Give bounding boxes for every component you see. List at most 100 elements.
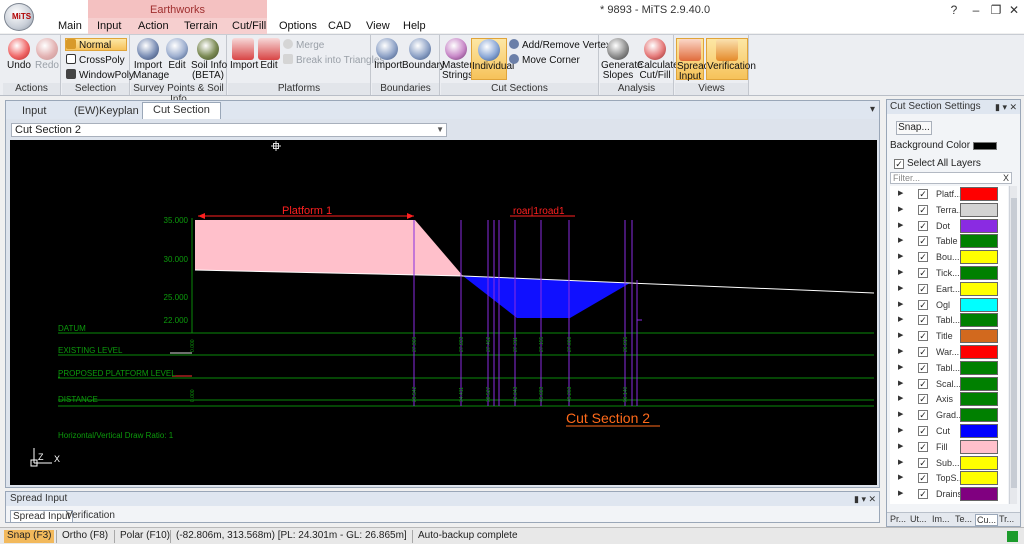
layer-row[interactable]: ▶ ✓ Eart... [890, 281, 1008, 297]
layer-visible-checkbox[interactable]: ✓ [918, 204, 928, 215]
ortho-toggle[interactable]: Ortho (F8) [59, 530, 111, 543]
layer-visible-checkbox[interactable]: ✓ [918, 378, 928, 389]
doc-tab-cut-section[interactable]: Cut Section [142, 102, 221, 119]
layer-row[interactable]: ▶ ✓ Bou... [890, 249, 1008, 265]
expand-triangle-icon[interactable]: ▶ [898, 410, 903, 418]
layer-color-swatch[interactable] [960, 202, 998, 217]
expand-triangle-icon[interactable]: ▶ [898, 442, 903, 450]
redo-button[interactable]: Redo [34, 38, 60, 80]
layer-row[interactable]: ▶ ✓ Sub... [890, 455, 1008, 471]
expand-triangle-icon[interactable]: ▶ [898, 221, 903, 229]
expand-triangle-icon[interactable]: ▶ [898, 252, 903, 260]
layer-list-scrollbar[interactable] [1009, 186, 1017, 504]
tab-action[interactable]: Action [138, 20, 169, 32]
expand-triangle-icon[interactable]: ▶ [898, 347, 903, 355]
layer-row[interactable]: ▶ ✓ Drains [890, 486, 1008, 502]
master-strings-button[interactable]: Master Strings [442, 38, 473, 81]
select-all-layers[interactable]: ✓ Select All Layers [894, 158, 981, 169]
expand-triangle-icon[interactable]: ▶ [898, 268, 903, 276]
doc-tab-keyplan[interactable]: (EW)Keyplan [64, 104, 149, 119]
expand-triangle-icon[interactable]: ▶ [898, 189, 903, 197]
layer-color-swatch[interactable] [960, 297, 998, 312]
filter-input[interactable]: Filter... X [890, 172, 1012, 184]
layer-color-swatch[interactable] [960, 424, 998, 438]
layer-visible-checkbox[interactable]: ✓ [918, 299, 928, 310]
expand-triangle-icon[interactable]: ▶ [898, 331, 903, 339]
panel-pin-icon[interactable]: ▮ ▾ ✕ [995, 100, 1017, 114]
layer-row[interactable]: ▶ ✓ Platf... [890, 186, 1008, 202]
selection-normal-button[interactable]: Normal [65, 38, 127, 51]
panel-tab-cu[interactable]: Cu... [975, 514, 999, 526]
expand-triangle-icon[interactable]: ▶ [898, 394, 903, 402]
expand-triangle-icon[interactable]: ▶ [898, 284, 903, 292]
layer-color-swatch[interactable] [960, 439, 998, 454]
layer-row[interactable]: ▶ ✓ Fill [890, 439, 1008, 455]
layer-visible-checkbox[interactable]: ✓ [918, 283, 928, 294]
layer-row[interactable]: ▶ ✓ Tick... [890, 265, 1008, 281]
boundary-import-button[interactable]: Import [374, 38, 402, 80]
panel-tab-ut[interactable]: Ut... [910, 514, 927, 524]
layer-visible-checkbox[interactable]: ✓ [918, 410, 928, 421]
layer-color-swatch[interactable] [960, 471, 998, 486]
layer-color-swatch[interactable] [960, 345, 998, 359]
boundary-button[interactable]: Boundary [402, 38, 445, 80]
layer-visible-checkbox[interactable]: ✓ [918, 394, 928, 405]
layer-row[interactable]: ▶ ✓ Tabl... [890, 312, 1008, 328]
expand-triangle-icon[interactable]: ▶ [898, 300, 903, 308]
layer-visible-checkbox[interactable]: ✓ [918, 331, 928, 342]
clear-filter-icon[interactable]: X [1003, 173, 1009, 183]
layer-visible-checkbox[interactable]: ✓ [918, 489, 928, 500]
expand-triangle-icon[interactable]: ▶ [898, 363, 903, 371]
cut-section-select[interactable]: Cut Section 2 ▼ [11, 123, 447, 137]
spread-input-button[interactable]: Spread Input [676, 38, 709, 82]
expand-triangle-icon[interactable]: ▶ [898, 379, 903, 387]
panel-tab-im[interactable]: Im... [932, 514, 950, 524]
panel-pin-icon[interactable]: ▮ ▾ ✕ [854, 492, 876, 506]
layer-row[interactable]: ▶ ✓ Axis [890, 391, 1008, 407]
minimize-button[interactable]: – [966, 3, 986, 17]
layer-color-swatch[interactable] [960, 408, 998, 423]
layer-visible-checkbox[interactable]: ✓ [918, 362, 928, 373]
calculate-cut-fill-button[interactable]: Calculate Cut/Fill [637, 38, 679, 81]
layer-color-swatch[interactable] [960, 250, 998, 265]
layer-visible-checkbox[interactable]: ✓ [918, 426, 928, 436]
layer-color-swatch[interactable] [960, 218, 998, 233]
scrollbar-thumb[interactable] [1011, 198, 1017, 488]
layer-visible-checkbox[interactable]: ✓ [918, 315, 928, 326]
soil-info-button[interactable]: Soil Info (BETA) [191, 38, 227, 81]
layer-color-swatch[interactable] [960, 392, 998, 407]
layer-visible-checkbox[interactable]: ✓ [918, 220, 928, 231]
selection-windowpoly-button[interactable]: WindowPoly [66, 69, 134, 82]
tab-cut-fill[interactable]: Cut/Fill [232, 20, 266, 32]
individual-button[interactable]: Individual [471, 38, 514, 80]
layer-row[interactable]: ▶ ✓ Tabl... [890, 360, 1008, 376]
layer-visible-checkbox[interactable]: ✓ [918, 268, 928, 278]
tab-cad[interactable]: CAD [328, 20, 351, 32]
panel-tab-tr[interactable]: Tr... [999, 514, 1014, 524]
drawing-canvas[interactable]: DATUM EXISTING LEVEL PROPOSED PLATFORM L… [10, 140, 877, 485]
expand-triangle-icon[interactable]: ▶ [898, 473, 903, 481]
layer-visible-checkbox[interactable]: ✓ [918, 441, 928, 452]
layer-row[interactable]: ▶ ✓ Dot [890, 218, 1008, 234]
verification-button[interactable]: Verification [706, 38, 756, 80]
tab-terrain[interactable]: Terrain [184, 20, 218, 32]
panel-tab-pr[interactable]: Pr... [890, 514, 906, 524]
tab-main[interactable]: Main [58, 20, 82, 32]
layer-color-swatch[interactable] [960, 455, 998, 470]
break-into-triangles-button[interactable]: Break into Triangles [283, 54, 384, 67]
layer-row[interactable]: ▶ ✓ TopS... [890, 470, 1008, 486]
doc-dropdown-icon[interactable]: ▾ [870, 104, 875, 115]
expand-triangle-icon[interactable]: ▶ [898, 205, 903, 213]
layer-visible-checkbox[interactable]: ✓ [918, 473, 928, 484]
spread-input-tab[interactable]: Spread Input [10, 510, 74, 523]
layer-row[interactable]: ▶ ✓ Cut [890, 423, 1008, 439]
survey-edit-button[interactable]: Edit [165, 38, 189, 80]
tab-help[interactable]: Help [403, 20, 426, 32]
layer-row[interactable]: ▶ ✓ Ogl [890, 297, 1008, 313]
tab-view[interactable]: View [366, 20, 390, 32]
restore-button[interactable]: ❐ [986, 3, 1006, 17]
help-button[interactable]: ? [944, 3, 964, 17]
layer-color-swatch[interactable] [960, 360, 998, 375]
doc-tab-input[interactable]: Input [12, 104, 56, 119]
polar-toggle[interactable]: Polar (F10) [117, 530, 173, 543]
